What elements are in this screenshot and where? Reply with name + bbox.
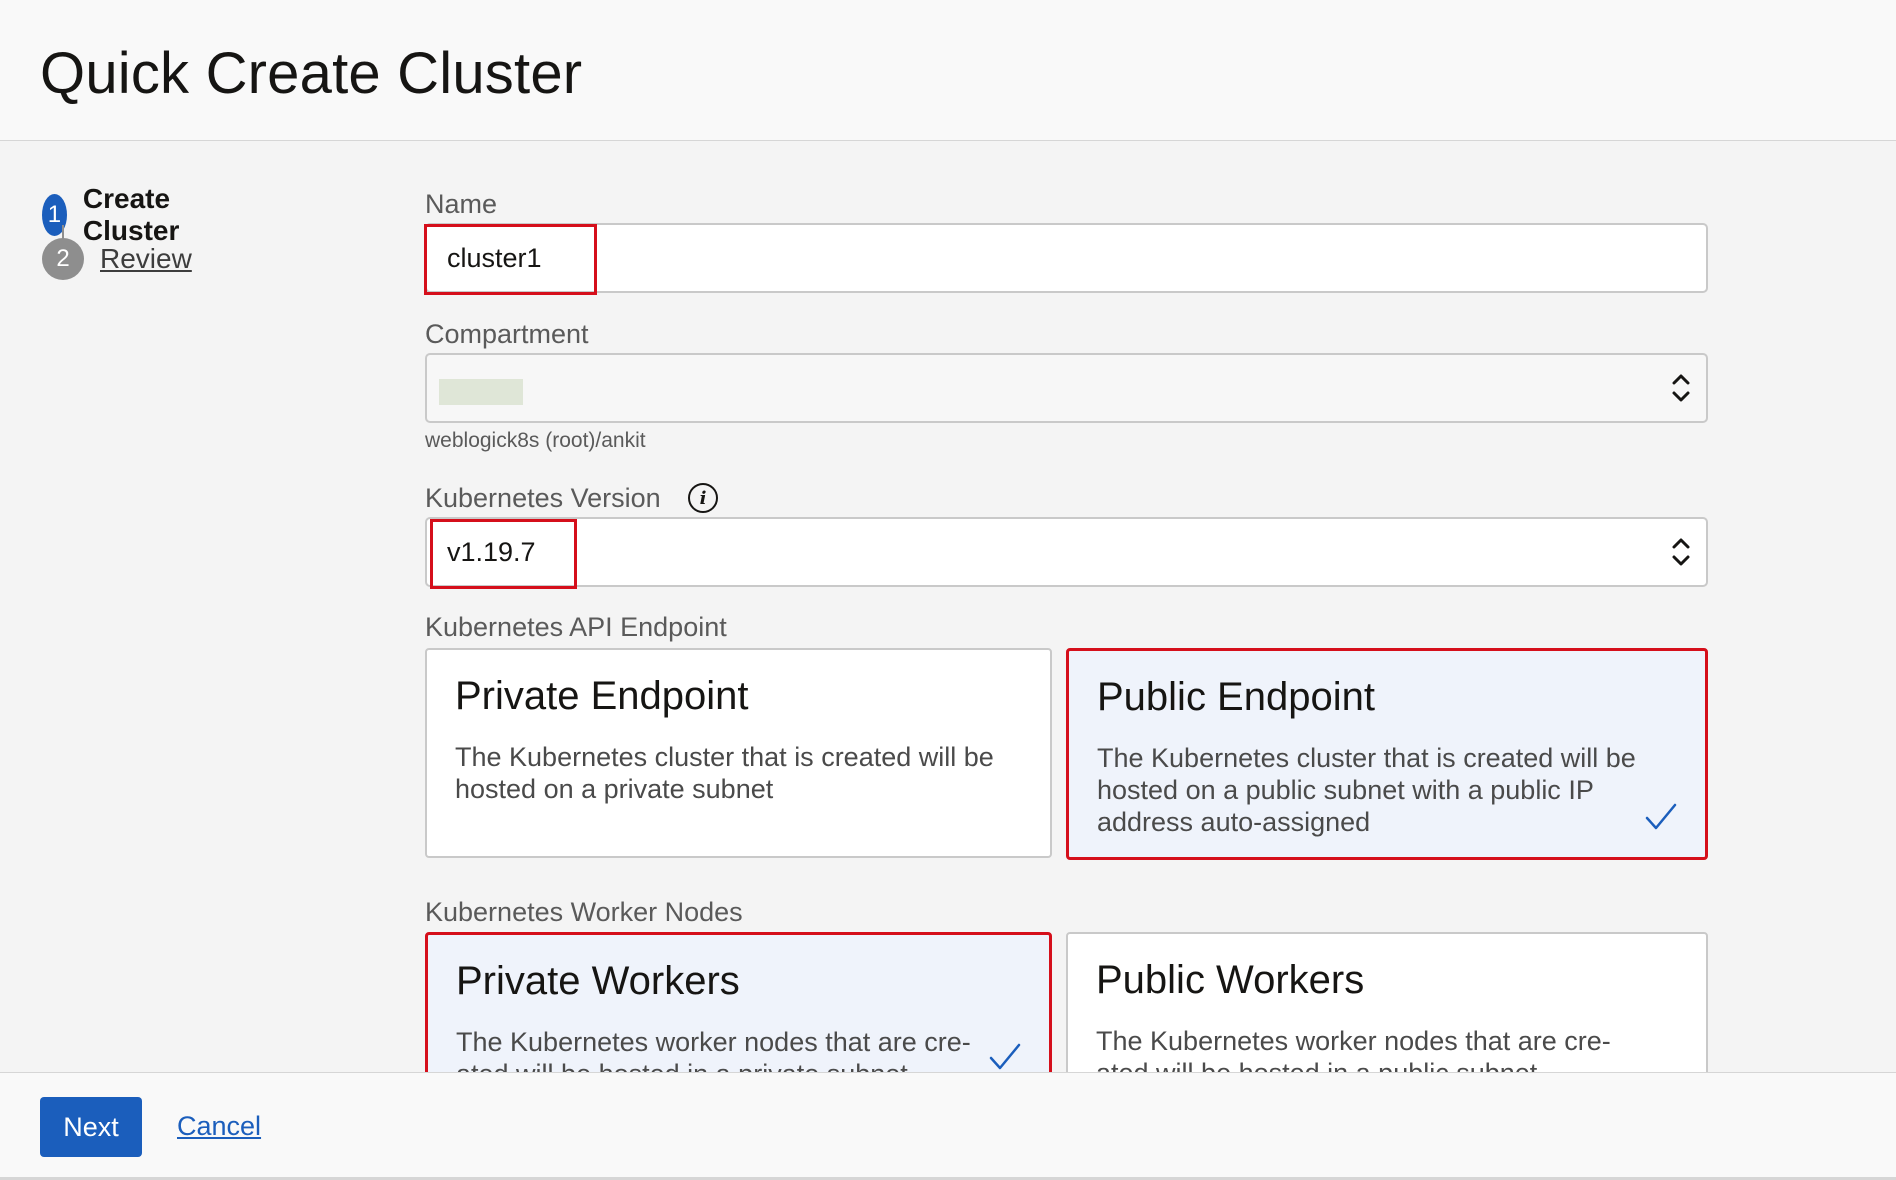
compartment-label: Compartment (425, 319, 589, 349)
name-value: cluster1 (447, 242, 542, 273)
compartment-path: weblogick8s (root)/ankit (425, 429, 646, 452)
chevron-up-down-icon (1672, 538, 1690, 566)
api-endpoint-label: Kubernetes API Endpoint (425, 612, 727, 642)
private-endpoint-card[interactable]: Private Endpoint The Kubernetes cluster … (425, 648, 1052, 858)
step-label-review[interactable]: Review (100, 243, 192, 275)
name-input[interactable]: cluster1 (425, 223, 1708, 293)
private-endpoint-title: Private Endpoint (455, 674, 749, 718)
kubernetes-version-value: v1.19.7 (447, 536, 536, 567)
public-workers-title: Public Workers (1096, 958, 1365, 1002)
info-icon[interactable]: i (688, 483, 718, 513)
footer-bar: Next Cancel (0, 1072, 1896, 1180)
chevron-up-down-icon (1672, 374, 1690, 402)
page-header: Quick Create Cluster (0, 0, 1896, 141)
public-endpoint-card[interactable]: Public Endpoint The Kubernetes cluster t… (1066, 648, 1708, 860)
kubernetes-version-label: Kubernetes Version (425, 483, 661, 513)
public-endpoint-title: Public Endpoint (1097, 675, 1375, 719)
private-workers-title: Private Workers (456, 959, 740, 1003)
step-review[interactable]: 2 Review (42, 238, 192, 280)
redacted-value (439, 379, 523, 405)
next-button[interactable]: Next (40, 1097, 142, 1157)
checkmark-icon (989, 1043, 1021, 1070)
page-title: Quick Create Cluster (40, 41, 583, 106)
checkmark-icon (1645, 803, 1677, 830)
kubernetes-version-select[interactable]: v1.19.7 (425, 517, 1708, 587)
cancel-link[interactable]: Cancel (177, 1111, 261, 1142)
step-number-2: 2 (42, 238, 84, 280)
name-label: Name (425, 189, 498, 219)
public-endpoint-description: The Kubernetes cluster that is created w… (1097, 743, 1636, 837)
compartment-select[interactable] (425, 353, 1708, 423)
worker-nodes-label: Kubernetes Worker Nodes (425, 897, 743, 927)
step-connector (62, 225, 64, 239)
private-endpoint-description: The Kubernetes cluster that is created w… (455, 742, 994, 804)
